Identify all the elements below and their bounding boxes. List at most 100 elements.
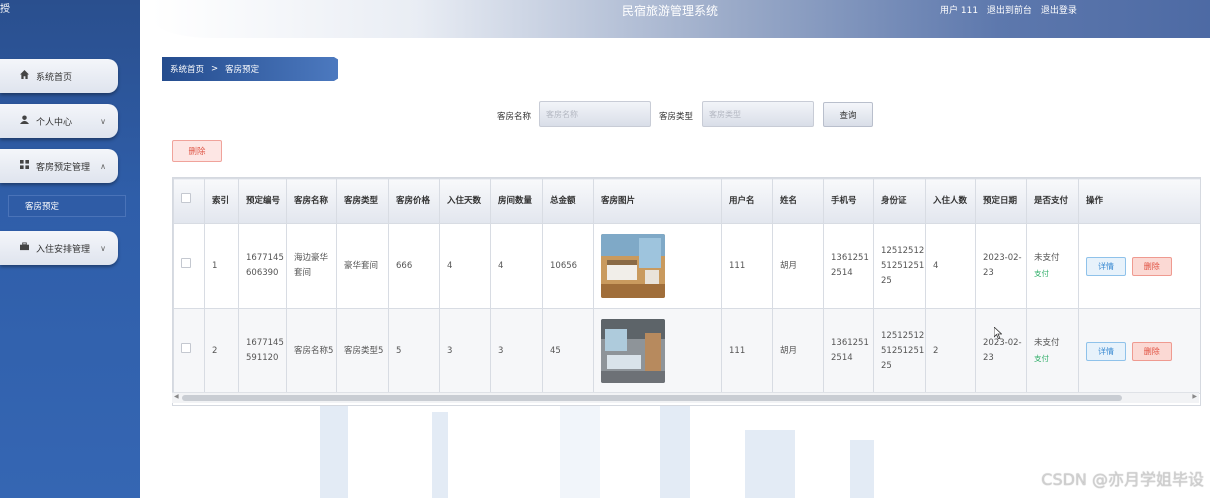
cell-actions: 详情 删除: [1078, 223, 1200, 309]
cell-phone: 13612512514: [823, 223, 874, 309]
cell-total: 10656: [542, 223, 594, 309]
scrollbar-thumb[interactable]: [182, 395, 1122, 401]
select-all-checkbox[interactable]: [173, 178, 205, 224]
column-header: 房间数量: [490, 178, 543, 224]
cell-id-card: 125125125125125125: [873, 308, 926, 394]
cell-room-image: [593, 223, 722, 309]
cell-index: 1: [204, 223, 239, 309]
background-decoration: [660, 404, 690, 498]
pay-link[interactable]: 支付: [1034, 266, 1078, 281]
row-delete-button[interactable]: 删除: [1131, 256, 1172, 276]
background-decoration: [745, 430, 795, 498]
cell-order-no: 1677145606390: [238, 223, 287, 309]
column-header: 预定日期: [975, 178, 1027, 224]
room-image: [601, 319, 665, 383]
cell-room-type: 豪华套间: [336, 223, 389, 309]
column-header: 身份证: [873, 178, 926, 224]
paid-status: 未支付: [1034, 253, 1060, 263]
room-type-label: 客房类型: [659, 112, 694, 122]
cell-room-image: [593, 308, 722, 394]
horizontal-scrollbar[interactable]: ◀ ▶: [172, 392, 1199, 403]
row-checkbox[interactable]: [173, 223, 205, 309]
sidebar-item-room-booking-management[interactable]: 客房预定管理 ∧: [0, 149, 118, 183]
chevron-up-icon: ∧: [100, 161, 106, 171]
cell-price: 666: [388, 223, 440, 309]
user-icon: [18, 115, 30, 127]
cell-order-no: 1677145591120: [238, 308, 287, 394]
delete-button[interactable]: 删除: [172, 140, 222, 162]
column-header: 客房图片: [593, 178, 722, 224]
cell-phone: 13612512514: [823, 308, 874, 394]
corner-mark: 授: [0, 4, 10, 15]
sidebar-subitem-room-booking[interactable]: 客房预定: [8, 195, 126, 217]
row-delete-button[interactable]: 删除: [1131, 341, 1172, 361]
cell-price: 5: [388, 308, 440, 394]
column-header: 索引: [204, 178, 239, 224]
breadcrumb-separator: >: [211, 64, 219, 74]
column-header: 预定编号: [238, 178, 287, 224]
cell-actions: 详情 删除: [1078, 308, 1200, 394]
top-header: 民宿旅游管理系统 用户 111 退出到前台 退出登录: [152, 0, 1210, 38]
pay-link[interactable]: 支付: [1034, 351, 1078, 366]
app-title: 民宿旅游管理系统: [622, 4, 719, 18]
scroll-right-icon[interactable]: ▶: [1192, 393, 1197, 400]
cell-paid: 未支付 支付: [1026, 223, 1079, 309]
column-header: 用户名: [721, 178, 773, 224]
cell-days: 4: [439, 223, 491, 309]
cell-room-name: 客房名称5: [286, 308, 337, 394]
back-to-front-link[interactable]: 退出到前台: [987, 6, 1032, 16]
row-checkbox[interactable]: [173, 308, 205, 394]
column-header: 入住天数: [439, 178, 491, 224]
cell-date: 2023-02-23: [975, 223, 1027, 309]
chevron-down-icon: ∨: [100, 116, 106, 126]
scroll-left-icon[interactable]: ◀: [174, 393, 179, 400]
cell-id-card: 125125125125125125: [873, 223, 926, 309]
breadcrumb-home[interactable]: 系统首页: [170, 63, 204, 75]
cell-date: 2023-02-23: [975, 308, 1027, 394]
briefcase-icon: [18, 242, 30, 254]
room-type-input[interactable]: [702, 101, 814, 127]
background-decoration: [320, 404, 348, 498]
cell-username: 111: [721, 308, 773, 394]
cell-room-type: 客房类型5: [336, 308, 389, 394]
table-header-row: 索引 预定编号 客房名称 客房类型 客房价格 入住天数 房间数量 总金额 客房图…: [173, 178, 1200, 224]
column-header: 客房名称: [286, 178, 337, 224]
sidebar-item-personal-center[interactable]: 个人中心 ∨: [0, 104, 118, 138]
column-header: 操作: [1078, 178, 1200, 224]
sidebar-item-label: 个人中心: [36, 117, 73, 128]
room-name-label: 客房名称: [497, 112, 532, 122]
cell-guests: 2: [925, 308, 976, 394]
cell-username: 111: [721, 223, 773, 309]
sidebar-item-home[interactable]: 系统首页: [0, 59, 118, 93]
column-header: 是否支付: [1026, 178, 1079, 224]
sidebar-item-label: 客房预定管理: [36, 162, 91, 173]
table-row: 2 1677145591120 客房名称5 客房类型5 5 3 3 45 111…: [173, 308, 1200, 394]
cell-name: 胡月: [772, 308, 824, 394]
sidebar-item-label: 入住安排管理: [36, 244, 91, 255]
grid-icon: [18, 160, 30, 172]
logout-link[interactable]: 退出登录: [1041, 6, 1077, 16]
sidebar-item-checkin-management[interactable]: 入住安排管理 ∨: [0, 231, 118, 265]
home-icon: [18, 70, 30, 82]
cell-total: 45: [542, 308, 594, 394]
query-button[interactable]: 查询: [823, 102, 873, 127]
breadcrumb-current: 客房预定: [225, 65, 260, 75]
detail-button[interactable]: 详情: [1086, 256, 1126, 276]
room-name-input[interactable]: [539, 101, 651, 127]
breadcrumb: 系统首页 > 客房预定: [162, 57, 338, 81]
cell-rooms: 4: [490, 223, 543, 309]
column-header: 总金额: [542, 178, 594, 224]
column-header: 姓名: [772, 178, 824, 224]
booking-table: 索引 预定编号 客房名称 客房类型 客房价格 入住天数 房间数量 总金额 客房图…: [172, 177, 1201, 406]
mouse-cursor-icon: [994, 327, 1002, 339]
cell-guests: 4: [925, 223, 976, 309]
user-label: 用户 111: [940, 6, 979, 16]
user-bar: 用户 111 退出到前台 退出登录: [940, 3, 1083, 16]
cell-index: 2: [204, 308, 239, 394]
column-header: 客房价格: [388, 178, 440, 224]
sidebar-item-label: 系统首页: [36, 72, 73, 83]
background-decoration: [432, 412, 448, 498]
cell-days: 3: [439, 308, 491, 394]
detail-button[interactable]: 详情: [1086, 341, 1126, 361]
cell-room-name: 海边豪华套间: [286, 223, 337, 309]
